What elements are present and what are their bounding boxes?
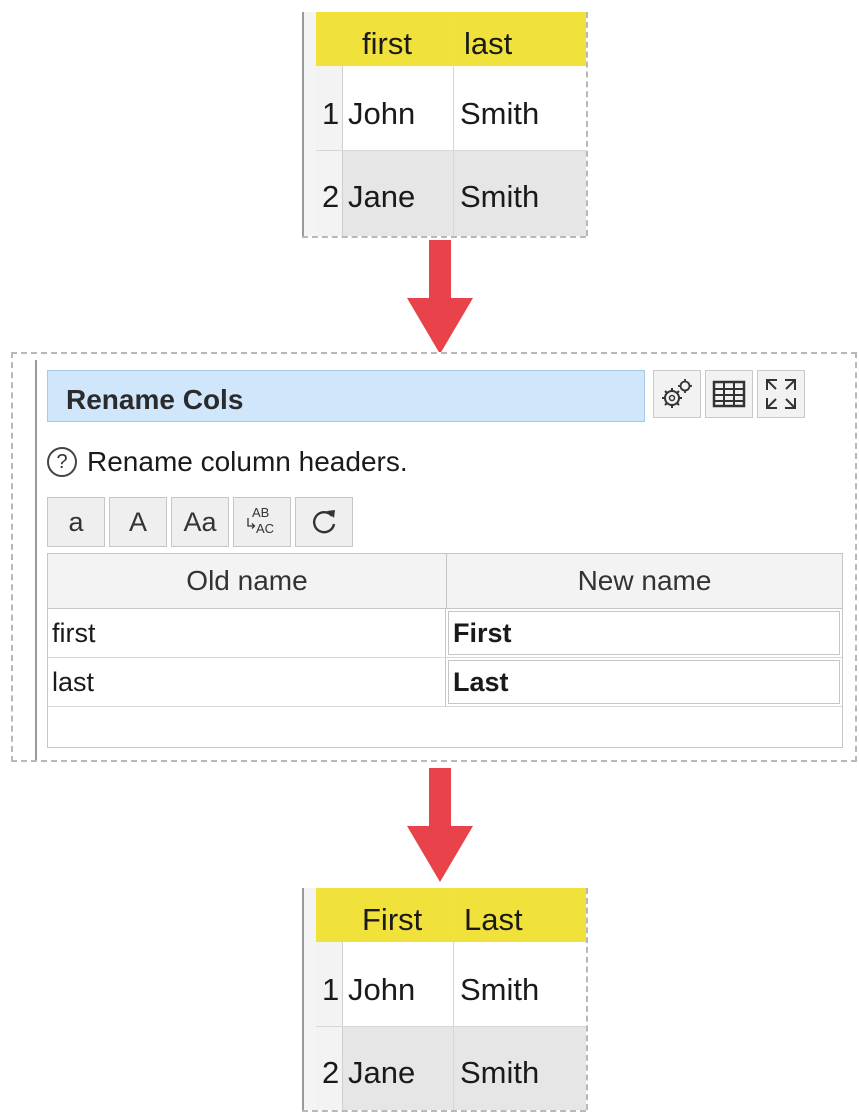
help-icon[interactable]: ? bbox=[47, 447, 77, 477]
svg-text:AB: AB bbox=[252, 505, 269, 520]
upper-case-icon: AB AC bbox=[247, 505, 274, 536]
column-header[interactable]: first bbox=[362, 28, 412, 59]
column-header-old: Old name bbox=[48, 554, 447, 608]
lower-case-button[interactable]: a bbox=[47, 497, 105, 547]
reset-button[interactable] bbox=[295, 497, 353, 547]
column-header[interactable]: last bbox=[464, 28, 512, 59]
upper-case-button[interactable]: A bbox=[109, 497, 167, 547]
column-header-new: New name bbox=[577, 565, 712, 596]
rename-cols-dialog: Rename Cols ? Rename column headers. a A… bbox=[11, 352, 857, 762]
reset-icon bbox=[313, 510, 336, 534]
svg-text:AC: AC bbox=[256, 521, 274, 536]
row-number: 1 bbox=[322, 96, 340, 131]
new-name-field[interactable]: Last bbox=[448, 660, 840, 704]
table-row: first First bbox=[48, 609, 842, 658]
title-case-button[interactable]: Aa bbox=[171, 497, 229, 547]
rename-table: Old name New name first First last Last bbox=[47, 553, 843, 748]
table-cell[interactable]: Smith bbox=[460, 974, 539, 1005]
table-cell[interactable]: John bbox=[348, 98, 415, 129]
description: ? Rename column headers. bbox=[47, 446, 408, 478]
table-view-button[interactable] bbox=[705, 370, 753, 418]
header-row bbox=[316, 12, 586, 66]
empty-area bbox=[48, 707, 842, 747]
rename-table-header: Old name New name bbox=[48, 554, 842, 609]
output-table: First Last 1 John Smith 2 Jane Smith bbox=[302, 888, 588, 1112]
table-cell[interactable]: Smith bbox=[460, 98, 539, 129]
new-name-field[interactable]: First bbox=[448, 611, 840, 655]
title-bar[interactable]: Rename Cols bbox=[47, 370, 645, 422]
settings-button[interactable] bbox=[653, 370, 701, 418]
case-toolbar: a A Aa AB AC bbox=[47, 497, 353, 547]
arrow-down-icon bbox=[407, 768, 473, 882]
row-number: 2 bbox=[322, 179, 340, 214]
column-header[interactable]: First bbox=[362, 904, 422, 935]
table-cell[interactable]: John bbox=[348, 974, 415, 1005]
column-header[interactable]: Last bbox=[464, 904, 523, 935]
gear-icon bbox=[662, 379, 692, 408]
arrow-down-icon bbox=[407, 240, 473, 354]
table-icon bbox=[712, 380, 746, 408]
table-cell[interactable]: Smith bbox=[460, 1057, 539, 1088]
maximize-button[interactable] bbox=[757, 370, 805, 418]
input-table: first last 1 John Smith 2 Jane Smith bbox=[302, 12, 588, 238]
table-row: last Last bbox=[48, 658, 842, 707]
row-number: 2 bbox=[322, 1055, 340, 1090]
table-cell[interactable]: Jane bbox=[348, 1057, 415, 1088]
convert-case-button[interactable]: AB AC bbox=[233, 497, 291, 547]
description-text: Rename column headers. bbox=[87, 446, 408, 477]
header-row bbox=[316, 888, 586, 942]
row-number: 1 bbox=[322, 972, 340, 1007]
maximize-icon bbox=[766, 379, 796, 409]
table-cell[interactable]: Smith bbox=[460, 181, 539, 212]
table-cell[interactable]: Jane bbox=[348, 181, 415, 212]
old-name-cell: last bbox=[48, 658, 446, 706]
dialog-title: Rename Cols bbox=[66, 384, 244, 415]
old-name-cell: first bbox=[48, 609, 446, 657]
